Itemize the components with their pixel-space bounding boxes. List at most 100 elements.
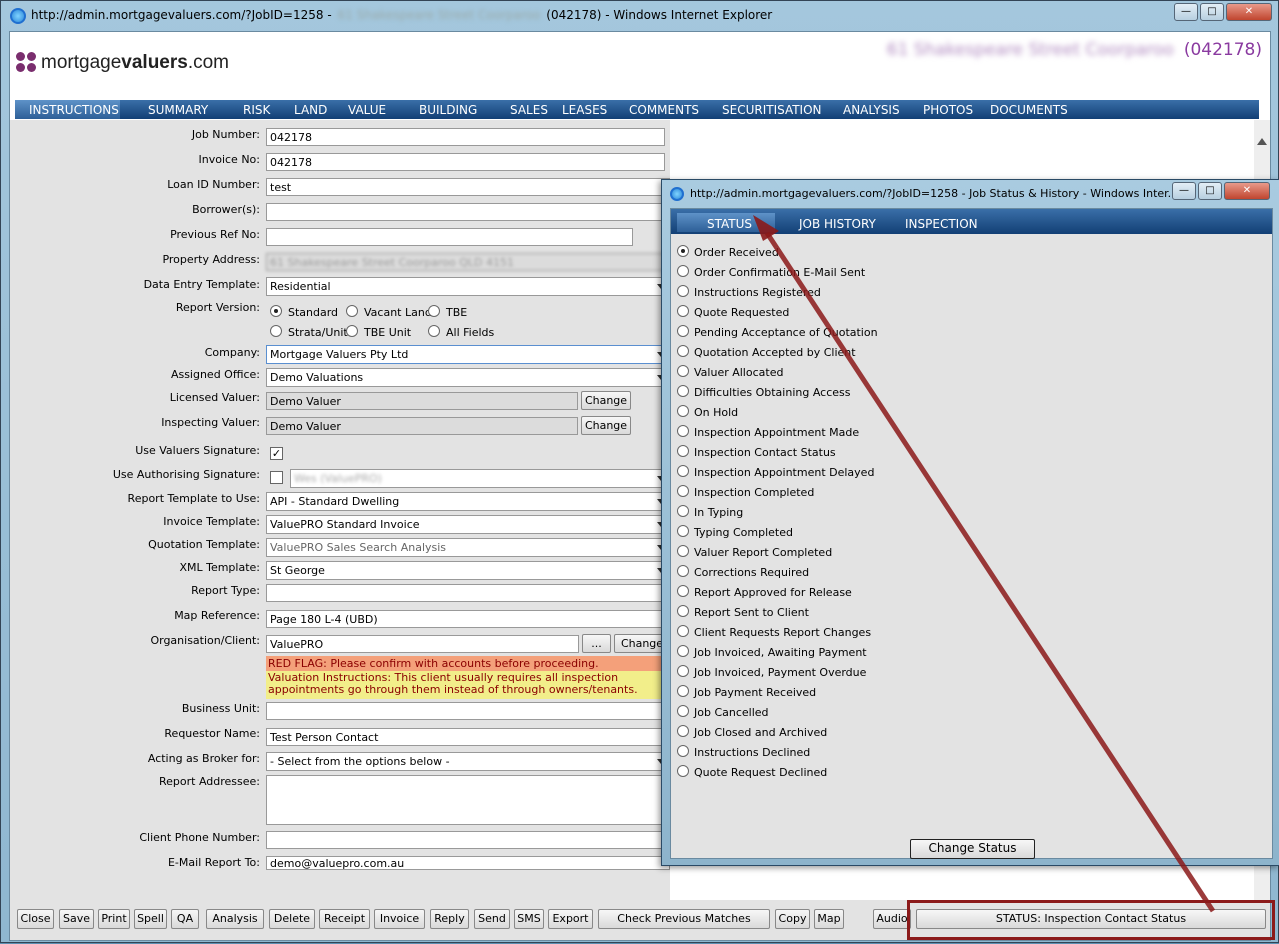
invoice-button[interactable]: Invoice — [374, 909, 425, 929]
status-radio[interactable] — [677, 685, 689, 697]
authorising-signature-select[interactable]: Wes (ValuePRO) — [290, 469, 670, 488]
status-radio[interactable] — [677, 345, 689, 357]
report-version-strata-radio[interactable] — [270, 325, 282, 337]
status-radio[interactable] — [677, 245, 689, 257]
status-radio[interactable] — [677, 465, 689, 477]
quotation-template-select[interactable]: ValuePRO Sales Search Analysis — [266, 538, 670, 557]
tab-risk[interactable]: RISK — [243, 103, 270, 117]
print-button[interactable]: Print — [98, 909, 130, 929]
organisation-lookup-button[interactable]: ... — [582, 634, 611, 653]
use-valuers-signature-checkbox[interactable]: ✓ — [270, 447, 283, 460]
close-window-button[interactable]: ✕ — [1226, 3, 1272, 21]
data-entry-template-select[interactable]: Residential — [266, 277, 670, 296]
status-radio[interactable] — [677, 725, 689, 737]
borrowers-input[interactable] — [266, 203, 670, 221]
loan-id-input[interactable]: test — [266, 178, 670, 196]
use-authorising-signature-checkbox[interactable] — [270, 471, 283, 484]
status-radio[interactable] — [677, 425, 689, 437]
status-radio[interactable] — [677, 765, 689, 777]
status-radio[interactable] — [677, 365, 689, 377]
reply-button[interactable]: Reply — [430, 909, 469, 929]
maximize-button[interactable]: □ — [1200, 3, 1224, 21]
report-version-tbe-radio[interactable] — [428, 305, 440, 317]
previous-ref-input[interactable] — [266, 228, 633, 246]
delete-button[interactable]: Delete — [269, 909, 315, 929]
status-radio[interactable] — [677, 745, 689, 757]
status-radio[interactable] — [677, 585, 689, 597]
property-address-input[interactable]: 61 Shakespeare Street Coorparoo QLD 4151 — [266, 253, 670, 271]
tab-leases[interactable]: LEASES — [562, 103, 607, 117]
report-version-standard-radio[interactable] — [270, 305, 282, 317]
map-button[interactable]: Map — [814, 909, 844, 929]
minimize-button[interactable]: — — [1174, 3, 1198, 21]
spell-button[interactable]: Spell — [134, 909, 167, 929]
report-addressee-textarea[interactable] — [266, 775, 670, 825]
invoice-no-input[interactable]: 042178 — [266, 153, 665, 171]
status-radio[interactable] — [677, 565, 689, 577]
client-phone-input[interactable] — [266, 831, 670, 849]
status-radio[interactable] — [677, 665, 689, 677]
sms-button[interactable]: SMS — [514, 909, 544, 929]
tab-summary[interactable]: SUMMARY — [148, 103, 208, 117]
tab-sales[interactable]: SALES — [510, 103, 548, 117]
tab-photos[interactable]: PHOTOS — [923, 103, 973, 117]
status-radio[interactable] — [677, 445, 689, 457]
status-radio[interactable] — [677, 525, 689, 537]
company-select[interactable]: Mortgage Valuers Pty Ltd — [266, 345, 670, 364]
popup-minimize-button[interactable]: — — [1172, 182, 1196, 200]
audio-button[interactable]: Audio — [873, 909, 911, 929]
assigned-office-select[interactable]: Demo Valuations — [266, 368, 670, 387]
tab-analysis[interactable]: ANALYSIS — [843, 103, 900, 117]
report-type-input[interactable] — [266, 584, 670, 602]
change-status-button[interactable]: Change Status — [910, 839, 1035, 859]
tab-comments[interactable]: COMMENTS — [629, 103, 699, 117]
status-radio[interactable] — [677, 385, 689, 397]
tab-status[interactable]: STATUS — [707, 217, 752, 231]
export-button[interactable]: Export — [548, 909, 593, 929]
tab-value[interactable]: VALUE — [348, 103, 386, 117]
copy-button[interactable]: Copy — [775, 909, 810, 929]
status-radio[interactable] — [677, 325, 689, 337]
job-number-input[interactable]: 042178 — [266, 128, 665, 146]
report-version-vacant-land-radio[interactable] — [346, 305, 358, 317]
email-report-input[interactable]: demo@valuepro.com.au — [266, 856, 670, 870]
tab-instructions[interactable]: INSTRUCTIONS — [29, 103, 119, 117]
requestor-name-input[interactable]: Test Person Contact — [266, 728, 670, 746]
organisation-input[interactable]: ValuePRO — [266, 635, 579, 653]
report-version-all-fields-radio[interactable] — [428, 325, 440, 337]
report-version-tbe-unit-radio[interactable] — [346, 325, 358, 337]
popup-close-button[interactable]: ✕ — [1224, 182, 1270, 200]
check-previous-matches-button[interactable]: Check Previous Matches — [598, 909, 770, 929]
status-radio[interactable] — [677, 605, 689, 617]
xml-template-select[interactable]: St George — [266, 561, 670, 580]
save-button[interactable]: Save — [59, 909, 94, 929]
send-button[interactable]: Send — [474, 909, 510, 929]
tab-securitisation[interactable]: SECURITISATION — [722, 103, 822, 117]
status-radio[interactable] — [677, 645, 689, 657]
status-radio[interactable] — [677, 265, 689, 277]
tab-documents[interactable]: DOCUMENTS — [990, 103, 1068, 117]
business-unit-input[interactable] — [266, 702, 670, 720]
status-radio[interactable] — [677, 505, 689, 517]
receipt-button[interactable]: Receipt — [319, 909, 370, 929]
site-logo[interactable]: mortgagevaluers.com — [16, 52, 229, 74]
tab-inspection[interactable]: INSPECTION — [905, 217, 978, 231]
acting-as-broker-select[interactable]: - Select from the options below - — [266, 752, 670, 771]
map-reference-input[interactable]: Page 180 L-4 (UBD) — [266, 610, 670, 628]
report-template-select[interactable]: API - Standard Dwelling — [266, 492, 670, 511]
qa-button[interactable]: QA — [171, 909, 199, 929]
licensed-valuer-change-button[interactable]: Change — [581, 391, 631, 410]
status-radio[interactable] — [677, 285, 689, 297]
close-button[interactable]: Close — [17, 909, 54, 929]
analysis-button[interactable]: Analysis — [206, 909, 264, 929]
status-radio[interactable] — [677, 625, 689, 637]
popup-maximize-button[interactable]: □ — [1198, 182, 1222, 200]
inspecting-valuer-change-button[interactable]: Change — [581, 416, 631, 435]
status-radio[interactable] — [677, 705, 689, 717]
tab-job-history[interactable]: JOB HISTORY — [799, 217, 876, 231]
licensed-valuer-input[interactable]: Demo Valuer — [266, 392, 578, 410]
scroll-up-icon[interactable] — [1257, 138, 1267, 145]
status-radio[interactable] — [677, 305, 689, 317]
tab-land[interactable]: LAND — [294, 103, 327, 117]
invoice-template-select[interactable]: ValuePRO Standard Invoice — [266, 515, 670, 534]
